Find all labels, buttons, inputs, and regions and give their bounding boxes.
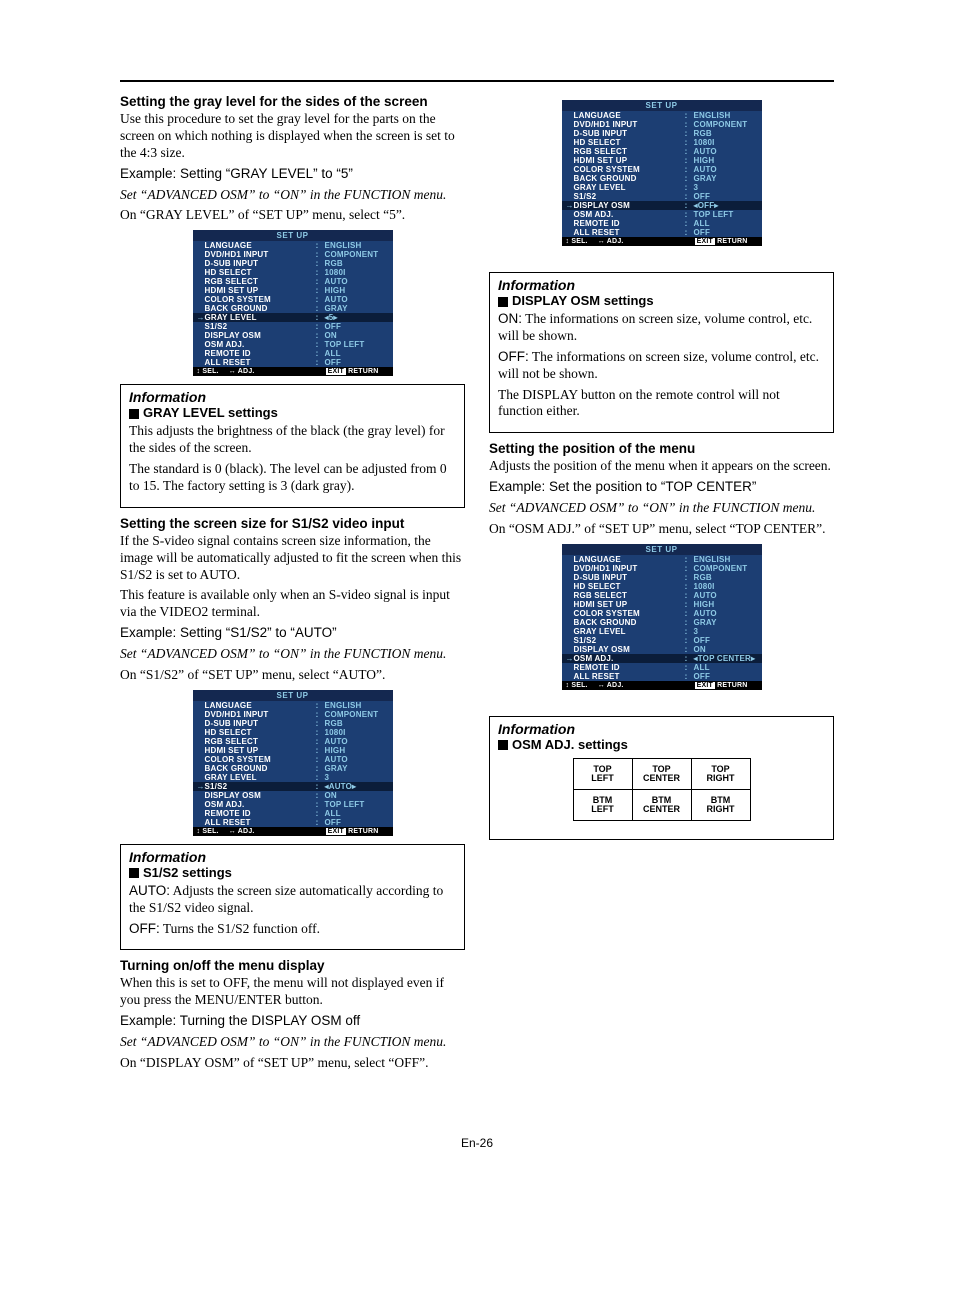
grid-cell: TOPCENTER [632,758,691,789]
body-text: On “S1/S2” of “SET UP” menu, select “AUT… [120,667,465,684]
osd-menu-graylevel: SET UPLANGUAGE:ENGLISHDVD/HD1 INPUT:COMP… [193,230,393,376]
body-text: The DISPLAY button on the remote control… [498,387,825,421]
info-subtitle: OSM ADJ. settings [498,737,825,752]
info-subtitle: DISPLAY OSM settings [498,293,825,308]
body-text: If the S-video signal contains screen si… [120,533,465,584]
setting-line: OFF: Turns the S1/S2 function off. [129,921,456,938]
setting-line: ON: The informations on screen size, vol… [498,311,825,345]
info-subtitle: S1/S2 settings [129,865,456,880]
top-rule [120,80,834,82]
columns: Setting the gray level for the sides of … [120,94,834,1076]
info-title: Information [129,389,456,405]
body-text: On “OSM ADJ.” of “SET UP” menu, select “… [489,521,834,538]
grid-cell: TOPLEFT [573,758,632,789]
osd-menu-s1s2: SET UPLANGUAGE:ENGLISHDVD/HD1 INPUT:COMP… [193,690,393,836]
italic-note: Set “ADVANCED OSM” to “ON” in the FUNCTI… [120,646,465,663]
section-title: Setting the position of the menu [489,441,834,456]
example-text: Example: Setting “GRAY LEVEL” to “5” [120,166,465,183]
section-title: Setting the screen size for S1/S2 video … [120,516,465,531]
right-column: SET UPLANGUAGE:ENGLISHDVD/HD1 INPUT:COMP… [489,94,834,1076]
example-text: Example: Set the position to “TOP CENTER… [489,479,834,496]
body-text: Use this procedure to set the gray level… [120,111,465,162]
setting-line: OFF: The informations on screen size, vo… [498,349,825,383]
body-text: On “DISPLAY OSM” of “SET UP” menu, selec… [120,1055,465,1072]
position-grid: TOPLEFT TOPCENTER TOPRIGHT BTMLEFT BTMCE… [573,758,751,821]
osd-menu-displayosm: SET UPLANGUAGE:ENGLISHDVD/HD1 INPUT:COMP… [562,100,762,246]
info-title: Information [498,277,825,293]
italic-note: Set “ADVANCED OSM” to “ON” in the FUNCTI… [120,187,465,204]
info-box-s1s2: Information S1/S2 settings AUTO: Adjusts… [120,844,465,951]
left-column: Setting the gray level for the sides of … [120,94,465,1076]
info-box-graylevel: Information GRAY LEVEL settings This adj… [120,384,465,508]
body-text: The standard is 0 (black). The level can… [129,461,456,495]
body-text: This feature is available only when an S… [120,587,465,621]
section-title: Turning on/off the menu display [120,958,465,973]
grid-cell: BTMLEFT [573,789,632,820]
grid-cell: BTMCENTER [632,789,691,820]
body-text: This adjusts the brightness of the black… [129,423,456,457]
grid-cell: TOPRIGHT [691,758,750,789]
section-title: Setting the gray level for the sides of … [120,94,465,109]
page-number: En-26 [120,1136,834,1150]
info-box-displayosm: Information DISPLAY OSM settings ON: The… [489,272,834,433]
body-text: On “GRAY LEVEL” of “SET UP” menu, select… [120,207,465,224]
info-box-osmadj: Information OSM ADJ. settings TOPLEFT TO… [489,716,834,840]
example-text: Example: Turning the DISPLAY OSM off [120,1013,465,1030]
grid-cell: BTMRIGHT [691,789,750,820]
body-text: When this is set to OFF, the menu will n… [120,975,465,1009]
info-title: Information [498,721,825,737]
example-text: Example: Setting “S1/S2” to “AUTO” [120,625,465,642]
osd-menu-osmadj: SET UPLANGUAGE:ENGLISHDVD/HD1 INPUT:COMP… [562,544,762,690]
italic-note: Set “ADVANCED OSM” to “ON” in the FUNCTI… [489,500,834,517]
info-title: Information [129,849,456,865]
setting-line: AUTO: Adjusts the screen size automatica… [129,883,456,917]
body-text: Adjusts the position of the menu when it… [489,458,834,475]
info-subtitle: GRAY LEVEL settings [129,405,456,420]
italic-note: Set “ADVANCED OSM” to “ON” in the FUNCTI… [120,1034,465,1051]
